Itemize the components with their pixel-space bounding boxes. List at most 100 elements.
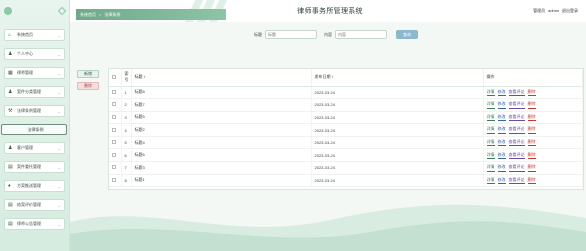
row-delete-button[interactable]: 删除 — [527, 139, 536, 147]
row-checkbox[interactable] — [112, 140, 116, 145]
row-checkbox[interactable] — [112, 102, 116, 107]
chevron-down-icon: ⌄ — [57, 89, 61, 95]
breadcrumb-separator: > — [99, 12, 102, 17]
view-button[interactable]: 详情 — [486, 126, 495, 134]
edit-button[interactable]: 修改 — [497, 114, 506, 122]
sidebar-item-10[interactable]: ▤ 律师公告管理 ⌄ — [4, 218, 65, 230]
user-role: 管理员 — [533, 8, 546, 13]
sort-icon[interactable]: ↕ — [332, 74, 334, 79]
row-checkbox-cell[interactable] — [109, 136, 122, 150]
row-title: 标题4 — [131, 136, 312, 150]
row-index: 5 — [121, 136, 132, 150]
view-button[interactable]: 详情 — [486, 114, 495, 122]
view-comments-button[interactable]: 查看评论 — [508, 177, 525, 185]
sidebar-menu: ⌂ 系统首页 ⌄ ♟ 个人中心 ⌄ ▦ 律师管理 ⌄ ♟ 案件分类管理 ⌄ ⚒ 法律条例管理 ⌄ 法律条例 ♟ 客… — [0, 22, 69, 230]
row-checkbox[interactable] — [112, 127, 116, 132]
view-button[interactable]: 详情 — [486, 177, 495, 185]
edit-button[interactable]: 修改 — [497, 164, 506, 172]
view-button[interactable]: 详情 — [486, 101, 495, 109]
content-search-label: 内容 — [324, 31, 332, 37]
logout-link[interactable]: 退出登录 — [562, 8, 578, 14]
sidebar-item-9[interactable]: ▤ 结案评价管理 ⌄ — [4, 199, 65, 211]
row-delete-button[interactable]: 删除 — [527, 126, 536, 134]
view-comments-button[interactable]: 查看评论 — [508, 126, 525, 134]
view-button[interactable]: 详情 — [486, 152, 495, 159]
breadcrumb: 系统首页 > 法律条例 — [76, 9, 226, 20]
select-all-checkbox[interactable] — [112, 74, 116, 79]
edit-button[interactable]: 修改 — [497, 139, 506, 147]
chevron-down-icon: ⌄ — [57, 164, 61, 170]
view-comments-button[interactable]: 查看评论 — [508, 89, 525, 96]
row-title: 标题2 — [131, 123, 312, 137]
select-all-header[interactable] — [109, 69, 122, 87]
view-button[interactable]: 详情 — [486, 164, 495, 172]
delete-button[interactable]: 删除 — [77, 82, 99, 90]
logo-dot-icon — [4, 7, 12, 15]
row-checkbox[interactable] — [112, 114, 116, 119]
sidebar-item-label: 律师公告管理 — [17, 221, 41, 226]
row-delete-button[interactable]: 删除 — [527, 164, 536, 172]
view-button[interactable]: 详情 — [486, 139, 495, 147]
sidebar-item-label: 案件委托管理 — [17, 164, 41, 169]
date-header[interactable]: 发布日期 ↕ — [311, 69, 484, 87]
breadcrumb-home[interactable]: 系统首页 — [80, 12, 96, 18]
sidebar-item-6[interactable]: ♟ 客户管理 ⌄ — [4, 142, 65, 154]
add-button[interactable]: 新增 — [77, 70, 99, 78]
edit-button[interactable]: 修改 — [497, 126, 506, 134]
view-comments-button[interactable]: 查看评论 — [508, 114, 525, 122]
edit-button[interactable]: 修改 — [497, 152, 506, 159]
logo-mark-icon — [57, 6, 67, 16]
row-checkbox[interactable] — [112, 152, 116, 157]
row-title: 标题6 — [131, 148, 312, 163]
sidebar-item-2[interactable]: ▦ 律师管理 ⌄ — [4, 67, 65, 79]
sidebar-item-5[interactable]: 法律条例 — [1, 124, 67, 135]
view-comments-button[interactable]: 查看评论 — [508, 101, 525, 109]
sidebar-item-0[interactable]: ⌂ 系统首页 ⌄ — [4, 29, 65, 41]
title-search-input[interactable] — [265, 30, 317, 39]
row-delete-button[interactable]: 删除 — [527, 114, 536, 122]
row-checkbox-cell[interactable] — [109, 148, 122, 163]
sidebar-item-1[interactable]: ♟ 个人中心 ⌄ — [4, 48, 65, 60]
title-header[interactable]: 标题 ↕ — [131, 69, 312, 87]
row-delete-button[interactable]: 删除 — [527, 89, 536, 96]
row-date: 2023-03-24 — [311, 136, 484, 150]
row-delete-button[interactable]: 删除 — [527, 177, 536, 185]
sidebar-item-label: 系统首页 — [17, 32, 33, 37]
sort-icon[interactable]: ↕ — [144, 74, 146, 79]
table-row: 5 标题4 2023-03-24 详情 修改 查看评论 删除 — [109, 136, 583, 150]
row-checkbox-cell[interactable] — [109, 111, 122, 125]
data-table: 索引 标题 ↕ 发布日期 ↕ 操作 1 标题8 2023-03-24 详情 修改 查看评论… — [108, 68, 584, 190]
content-search-input[interactable] — [335, 30, 387, 39]
sidebar-item-8[interactable]: ♦ 方案推送管理 ⌄ — [4, 180, 65, 192]
table-row: 3 标题5 2023-03-24 详情 修改 查看评论 删除 — [109, 111, 583, 125]
row-ops: 详情 修改 查看评论 删除 — [483, 161, 583, 175]
row-checkbox-cell[interactable] — [109, 161, 122, 175]
row-date: 2023-03-24 — [311, 111, 484, 125]
view-comments-button[interactable]: 查看评论 — [508, 164, 525, 172]
row-delete-button[interactable]: 删除 — [527, 152, 536, 159]
sidebar-item-4[interactable]: ⚒ 法律条例管理 ⌄ — [4, 105, 65, 117]
view-comments-button[interactable]: 查看评论 — [508, 152, 525, 159]
edit-button[interactable]: 修改 — [497, 89, 506, 96]
row-ops: 详情 修改 查看评论 删除 — [483, 174, 583, 188]
username: admin — [548, 8, 559, 13]
row-index: 7 — [121, 161, 132, 175]
row-delete-button[interactable]: 删除 — [527, 101, 536, 109]
row-title: 标题5 — [131, 111, 312, 125]
row-checkbox[interactable] — [112, 165, 116, 170]
sidebar-item-3[interactable]: ♟ 案件分类管理 ⌄ — [4, 86, 65, 98]
view-comments-button[interactable]: 查看评论 — [508, 139, 525, 147]
row-checkbox[interactable] — [112, 177, 116, 182]
row-checkbox-cell[interactable] — [109, 86, 122, 100]
view-button[interactable]: 详情 — [486, 89, 495, 96]
row-checkbox-cell[interactable] — [109, 123, 122, 137]
row-date: 2023-03-24 — [311, 86, 484, 100]
row-checkbox-cell[interactable] — [109, 174, 122, 188]
edit-button[interactable]: 修改 — [497, 177, 506, 185]
decorative-waves — [70, 204, 586, 251]
search-button[interactable]: 查询 — [396, 30, 418, 39]
edit-button[interactable]: 修改 — [497, 101, 506, 109]
sidebar-item-7[interactable]: ▤ 案件委托管理 ⌄ — [4, 161, 65, 173]
row-checkbox-cell[interactable] — [109, 98, 122, 112]
row-checkbox[interactable] — [112, 89, 116, 94]
